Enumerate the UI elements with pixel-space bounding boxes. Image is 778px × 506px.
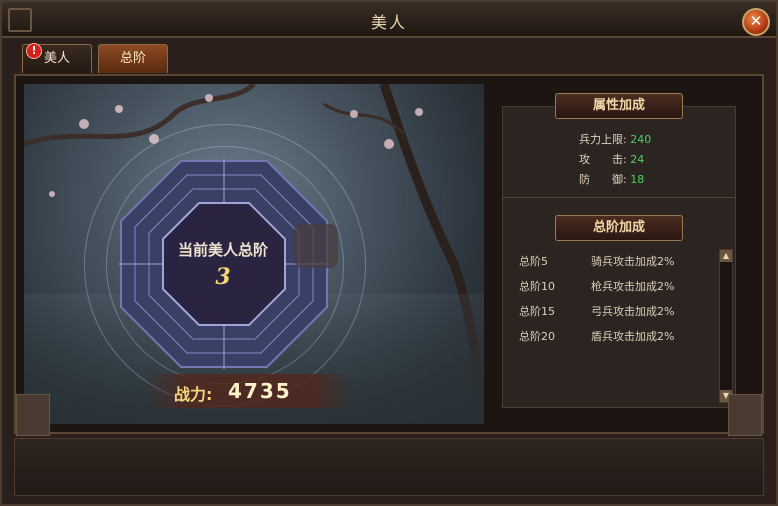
combat-power-bar: 战力: 4735 [144,374,354,408]
attribute-row-attack: 攻 击: 24 [579,151,644,167]
combat-power-value: 4735 [228,379,292,403]
attribute-row-troops: 兵力上限: 240 [579,131,651,147]
section-divider [503,197,735,198]
content-frame: 当前美人总阶 3 战力: 4735 属性加成 兵力上限: 240 攻 击: 24… [14,74,764,436]
attribute-value: 240 [630,133,652,146]
bonus-scrollbar[interactable]: ▲ ▼ [719,249,733,403]
bonus-tier: 总阶10 [519,280,555,293]
stats-panel: 属性加成 兵力上限: 240 攻 击: 24 防 御: 18 总阶加成 总阶5 … [502,93,736,408]
attribute-row-defense: 防 御: 18 [579,171,644,187]
close-button[interactable]: ✕ [742,8,770,36]
attribute-bonus-heading: 属性加成 [555,93,683,119]
bonus-desc: 弓兵攻击加成2% [591,305,675,318]
owl-watermark-icon [294,224,338,268]
attribute-label: 攻 击: [579,153,627,166]
tab-beauty[interactable]: ! 美人 [22,43,92,73]
bonus-desc: 骑兵攻击加成2% [591,255,675,268]
attribute-label: 防 御: [579,173,627,186]
pillar-right-decor [728,394,762,436]
attribute-label: 兵力上限: [579,133,627,146]
bonus-tier: 总阶20 [519,330,555,343]
tab-total-rank[interactable]: 总阶 [98,44,168,73]
bonus-desc: 枪兵攻击加成2% [591,280,675,293]
bonus-tier: 总阶15 [519,305,555,318]
close-icon: ✕ [749,12,763,30]
current-total-rank-value: 3 [215,264,231,290]
total-rank-bonus-heading: 总阶加成 [555,215,683,241]
bonus-tier: 总阶5 [519,255,548,268]
beauty-window: 美人 ✕ ! 美人 总阶 当前美人总阶 3 战力: 4735 属性加成 兵力上限… [0,0,778,506]
pillar-left-decor [16,394,50,436]
attribute-value: 18 [630,173,645,186]
tab-total-rank-label: 总阶 [119,51,146,66]
tab-beauty-label: 美人 [43,51,70,66]
window-title: 美人 [370,13,407,32]
scene-background: 当前美人总阶 3 战力: 4735 [24,84,484,424]
bonus-desc: 盾兵攻击加成2% [591,330,675,343]
alert-icon: ! [26,43,42,59]
title-bar: 美人 ✕ [2,2,776,38]
current-total-rank-label: 当前美人总阶 [177,241,268,259]
scroll-up-button[interactable]: ▲ [720,250,732,262]
attribute-value: 24 [630,153,645,166]
combat-power-label: 战力: [174,385,213,404]
bottom-decor-strip [14,438,764,496]
chevron-up-icon: ▲ [722,251,730,260]
